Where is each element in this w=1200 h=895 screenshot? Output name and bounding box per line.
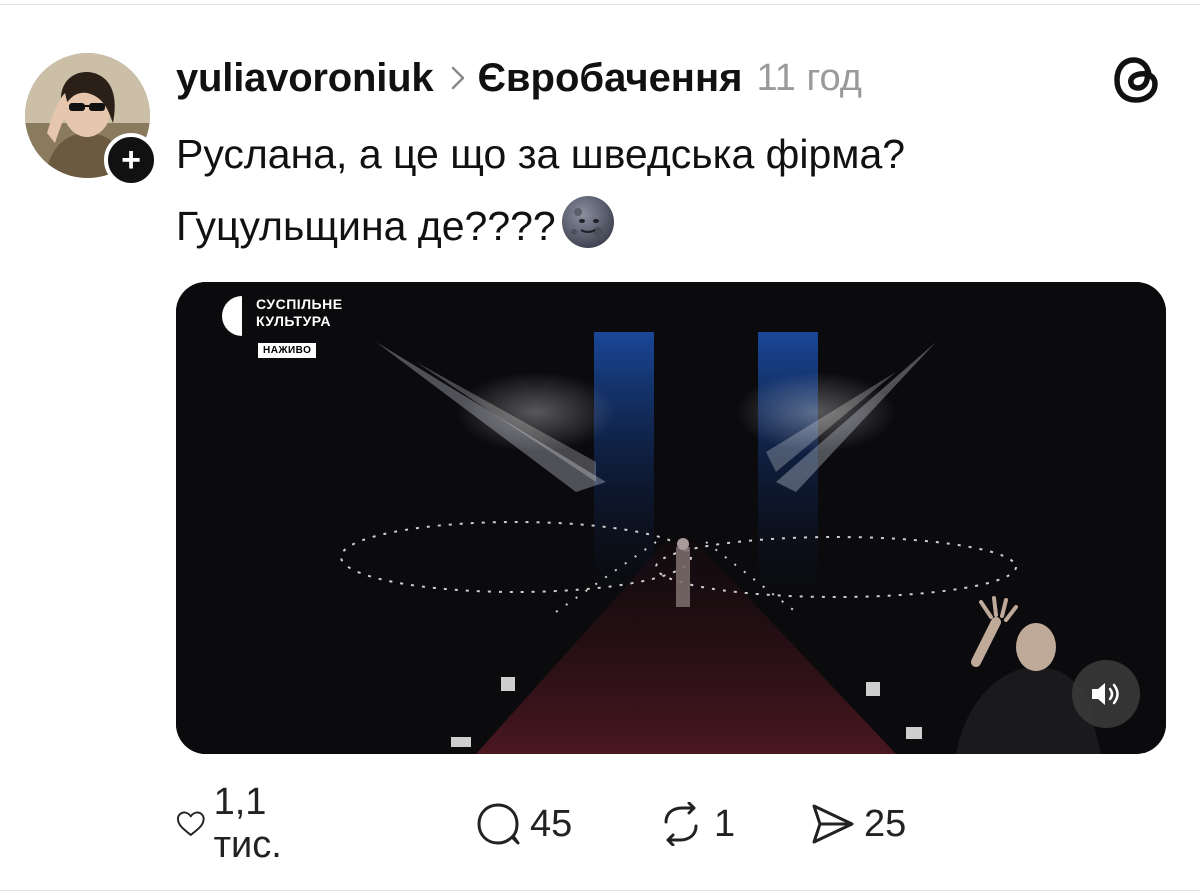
video-frame-stage-scene [176,282,1166,754]
broadcaster-name-line-1: СУСПІЛЬНЕ [256,296,343,312]
post-text-line-2-content: Гуцульщина де???? [176,203,556,249]
broadcaster-name: СУСПІЛЬНЕ КУЛЬТУРА [256,296,343,330]
post-timestamp: 11 год [756,56,862,99]
follow-button[interactable]: + [104,133,158,187]
author-username[interactable]: yuliavoroniuk [176,56,434,101]
sound-toggle-button[interactable] [1072,660,1140,728]
repost-icon [664,802,698,846]
speaker-icon [1092,683,1119,705]
broadcaster-logo-icon [222,296,242,336]
repost-button[interactable]: 1 [656,796,735,852]
broadcaster-name-line-2: КУЛЬТУРА [256,313,332,329]
post-text-line-2: Гуцульщина де???? [176,190,1136,262]
top-divider [0,4,1200,5]
like-button[interactable]: 1,1 тис. [176,781,298,866]
send-icon [812,804,854,844]
bottom-divider [0,890,1200,891]
like-count: 1,1 тис. [213,781,282,866]
comment-icon [477,803,520,845]
community-link[interactable]: Євробачення [477,56,742,101]
heart-icon [176,811,205,836]
new-moon-face-emoji-icon [561,196,614,248]
post-text: Руслана, а це що за шведська фірма? Гуцу… [176,118,1136,262]
post-text-line-1: Руслана, а це що за шведська фірма? [176,131,906,177]
comment-count: 45 [530,802,573,845]
live-badge: НАЖИВО [258,343,317,358]
threads-logo-icon[interactable] [1110,52,1166,108]
repost-count: 1 [714,802,736,845]
share-count: 25 [864,802,907,845]
share-button[interactable]: 25 [810,796,906,852]
video-player[interactable]: СУСПІЛЬНЕ КУЛЬТУРА НАЖИВО [176,282,1166,754]
post-header: yuliavoroniuk Євробачення 11 год [176,50,862,106]
comment-button[interactable]: 45 [474,796,572,852]
chevron-right-icon [451,66,465,90]
plus-icon: + [121,141,141,179]
